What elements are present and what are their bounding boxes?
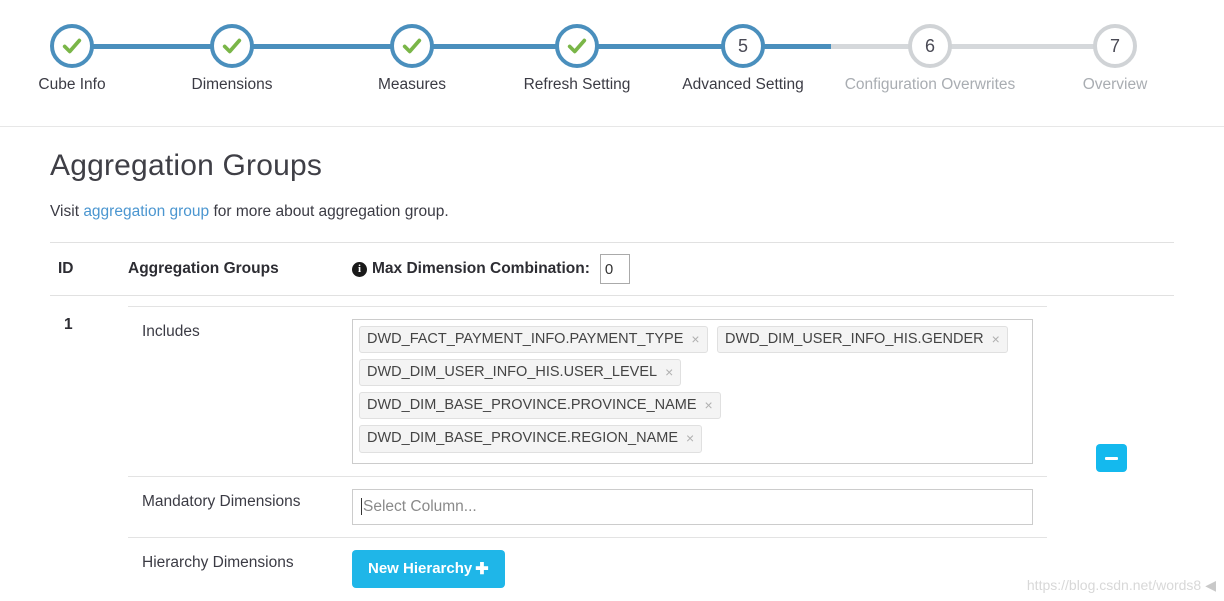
step-label-3: Measures	[377, 76, 447, 93]
step-number-7: 7	[1109, 36, 1120, 56]
visit-prefix: Visit	[50, 203, 84, 220]
visit-suffix: for more about aggregation group.	[209, 203, 449, 220]
table-row: 1 Includes DWD_FACT_PAYMENT_INFO.PAYMENT…	[50, 296, 1174, 600]
step-circle-4	[555, 24, 599, 68]
aggregation-group-link[interactable]: aggregation group	[83, 203, 209, 220]
aggregation-groups-table: ID Aggregation Groups i Max Dimension Co…	[50, 242, 1174, 600]
check-icon	[401, 35, 423, 57]
check-icon	[61, 35, 83, 57]
chip-label: DWD_FACT_PAYMENT_INFO.PAYMENT_TYPE	[367, 331, 684, 347]
row-id: 1	[64, 316, 73, 333]
step-label-4: Refresh Setting	[523, 76, 631, 93]
step-label-2: Dimensions	[191, 76, 273, 93]
stepper-step-overview[interactable]: 7 Overview	[1028, 24, 1202, 94]
includes-chips-box[interactable]: DWD_FACT_PAYMENT_INFO.PAYMENT_TYPE × DWD…	[352, 319, 1033, 464]
stepper-step-dimensions[interactable]: Dimensions	[145, 24, 319, 94]
step-label-1: Cube Info	[38, 76, 106, 93]
page-title: Aggregation Groups	[50, 149, 323, 182]
stepper-step-measures[interactable]: Measures	[325, 24, 499, 94]
mandatory-dimensions-placeholder: Select Column...	[363, 497, 477, 515]
stepper-connector-3	[412, 44, 577, 49]
stepper-connector-4	[577, 44, 743, 49]
mandatory-dimensions-label: Mandatory Dimensions	[142, 492, 301, 510]
visit-description: Visit aggregation group for more about a…	[0, 183, 1224, 221]
chip-remove-icon[interactable]: ×	[691, 332, 699, 346]
field-row-mandatory-dimensions: Mandatory Dimensions Select Column...	[128, 477, 1047, 538]
wizard-stepper: Cube Info Dimensions Measures Refresh Se…	[0, 0, 1224, 127]
chip-item[interactable]: DWD_DIM_USER_INFO_HIS.USER_LEVEL ×	[359, 359, 682, 387]
plus-icon: ✚	[475, 560, 489, 578]
step-number-6: 6	[924, 36, 935, 56]
minus-icon	[1105, 456, 1118, 460]
check-icon	[221, 35, 243, 57]
step-number-5: 5	[737, 36, 748, 56]
watermark: https://blog.csdn.net/words8 ◀	[1027, 577, 1216, 594]
chip-item[interactable]: DWD_DIM_BASE_PROVINCE.REGION_NAME ×	[359, 425, 703, 453]
stepper-step-cube-info[interactable]: Cube Info	[0, 24, 159, 94]
chip-label: DWD_DIM_BASE_PROVINCE.PROVINCE_NAME	[367, 397, 697, 414]
max-dimension-combination-label: Max Dimension Combination:	[372, 260, 590, 277]
remove-aggregation-group-button[interactable]	[1096, 444, 1127, 472]
new-hierarchy-button[interactable]: New Hierarchy ✚	[352, 549, 505, 588]
stepper-step-refresh-setting[interactable]: Refresh Setting	[490, 24, 664, 94]
step-label-5: Advanced Setting	[682, 76, 804, 93]
max-dimension-combination-input[interactable]	[599, 254, 630, 284]
field-row-hierarchy-dimensions: Hierarchy Dimensions New Hierarchy ✚	[128, 538, 1047, 600]
includes-label: Includes	[142, 323, 200, 340]
step-circle-2	[210, 24, 254, 68]
info-icon[interactable]: i	[352, 261, 367, 277]
header-aggregation-groups: Aggregation Groups	[128, 260, 279, 277]
stepper-connector-1	[72, 44, 232, 49]
new-hierarchy-label: New Hierarchy	[368, 560, 473, 577]
header-id: ID	[58, 260, 74, 277]
stepper-step-configuration-overwrites[interactable]: 6 Configuration Overwrites	[843, 24, 1017, 94]
step-label-7: Overview	[1082, 76, 1148, 93]
step-circle-3	[390, 24, 434, 68]
check-icon	[566, 35, 588, 57]
field-row-includes: Includes DWD_FACT_PAYMENT_INFO.PAYMENT_T…	[128, 307, 1047, 477]
max-dimension-combination-group: i Max Dimension Combination:	[352, 254, 630, 284]
step-circle-7: 7	[1093, 24, 1137, 68]
stepper-step-advanced-setting[interactable]: 5 Advanced Setting	[656, 24, 830, 94]
page-body: Aggregation Groups Visit aggregation gro…	[0, 127, 1224, 600]
includes-field: DWD_FACT_PAYMENT_INFO.PAYMENT_TYPE × DWD…	[352, 319, 1047, 464]
chip-item[interactable]: DWD_FACT_PAYMENT_INFO.PAYMENT_TYPE ×	[359, 326, 708, 354]
stepper-connector-2	[232, 44, 412, 49]
stepper-connector-7	[930, 44, 1115, 49]
hierarchy-dimensions-field: New Hierarchy ✚	[352, 549, 1047, 588]
chip-remove-icon[interactable]: ×	[705, 398, 713, 412]
chip-remove-icon[interactable]: ×	[665, 365, 673, 379]
hierarchy-dimensions-label: Hierarchy Dimensions	[142, 553, 294, 571]
chip-remove-icon[interactable]: ×	[686, 431, 694, 445]
chip-item[interactable]: DWD_DIM_USER_INFO_HIS.GENDER ×	[717, 326, 1008, 354]
watermark-mark: ◀	[1205, 576, 1216, 593]
step-label-6: Configuration Overwrites	[844, 76, 1016, 93]
step-circle-6: 6	[908, 24, 952, 68]
watermark-text: https://blog.csdn.net/words8	[1026, 576, 1202, 593]
chip-label: DWD_DIM_USER_INFO_HIS.USER_LEVEL	[367, 364, 658, 381]
text-caret	[361, 498, 362, 515]
aggregation-group-fields: Includes DWD_FACT_PAYMENT_INFO.PAYMENT_T…	[128, 306, 1047, 600]
chip-item[interactable]: DWD_DIM_BASE_PROVINCE.PROVINCE_NAME ×	[359, 392, 721, 420]
step-circle-1	[50, 24, 94, 68]
step-circle-5: 5	[721, 24, 765, 68]
chip-label: DWD_DIM_BASE_PROVINCE.REGION_NAME	[367, 430, 679, 447]
chip-remove-icon[interactable]: ×	[992, 332, 1000, 346]
table-header-row: ID Aggregation Groups i Max Dimension Co…	[50, 243, 1174, 296]
mandatory-dimensions-field: Select Column...	[352, 488, 1047, 525]
chip-label: DWD_DIM_USER_INFO_HIS.GENDER	[725, 331, 984, 347]
mandatory-dimensions-input[interactable]: Select Column...	[352, 488, 1033, 525]
stepper-track: Cube Info Dimensions Measures Refresh Se…	[0, 24, 1224, 94]
